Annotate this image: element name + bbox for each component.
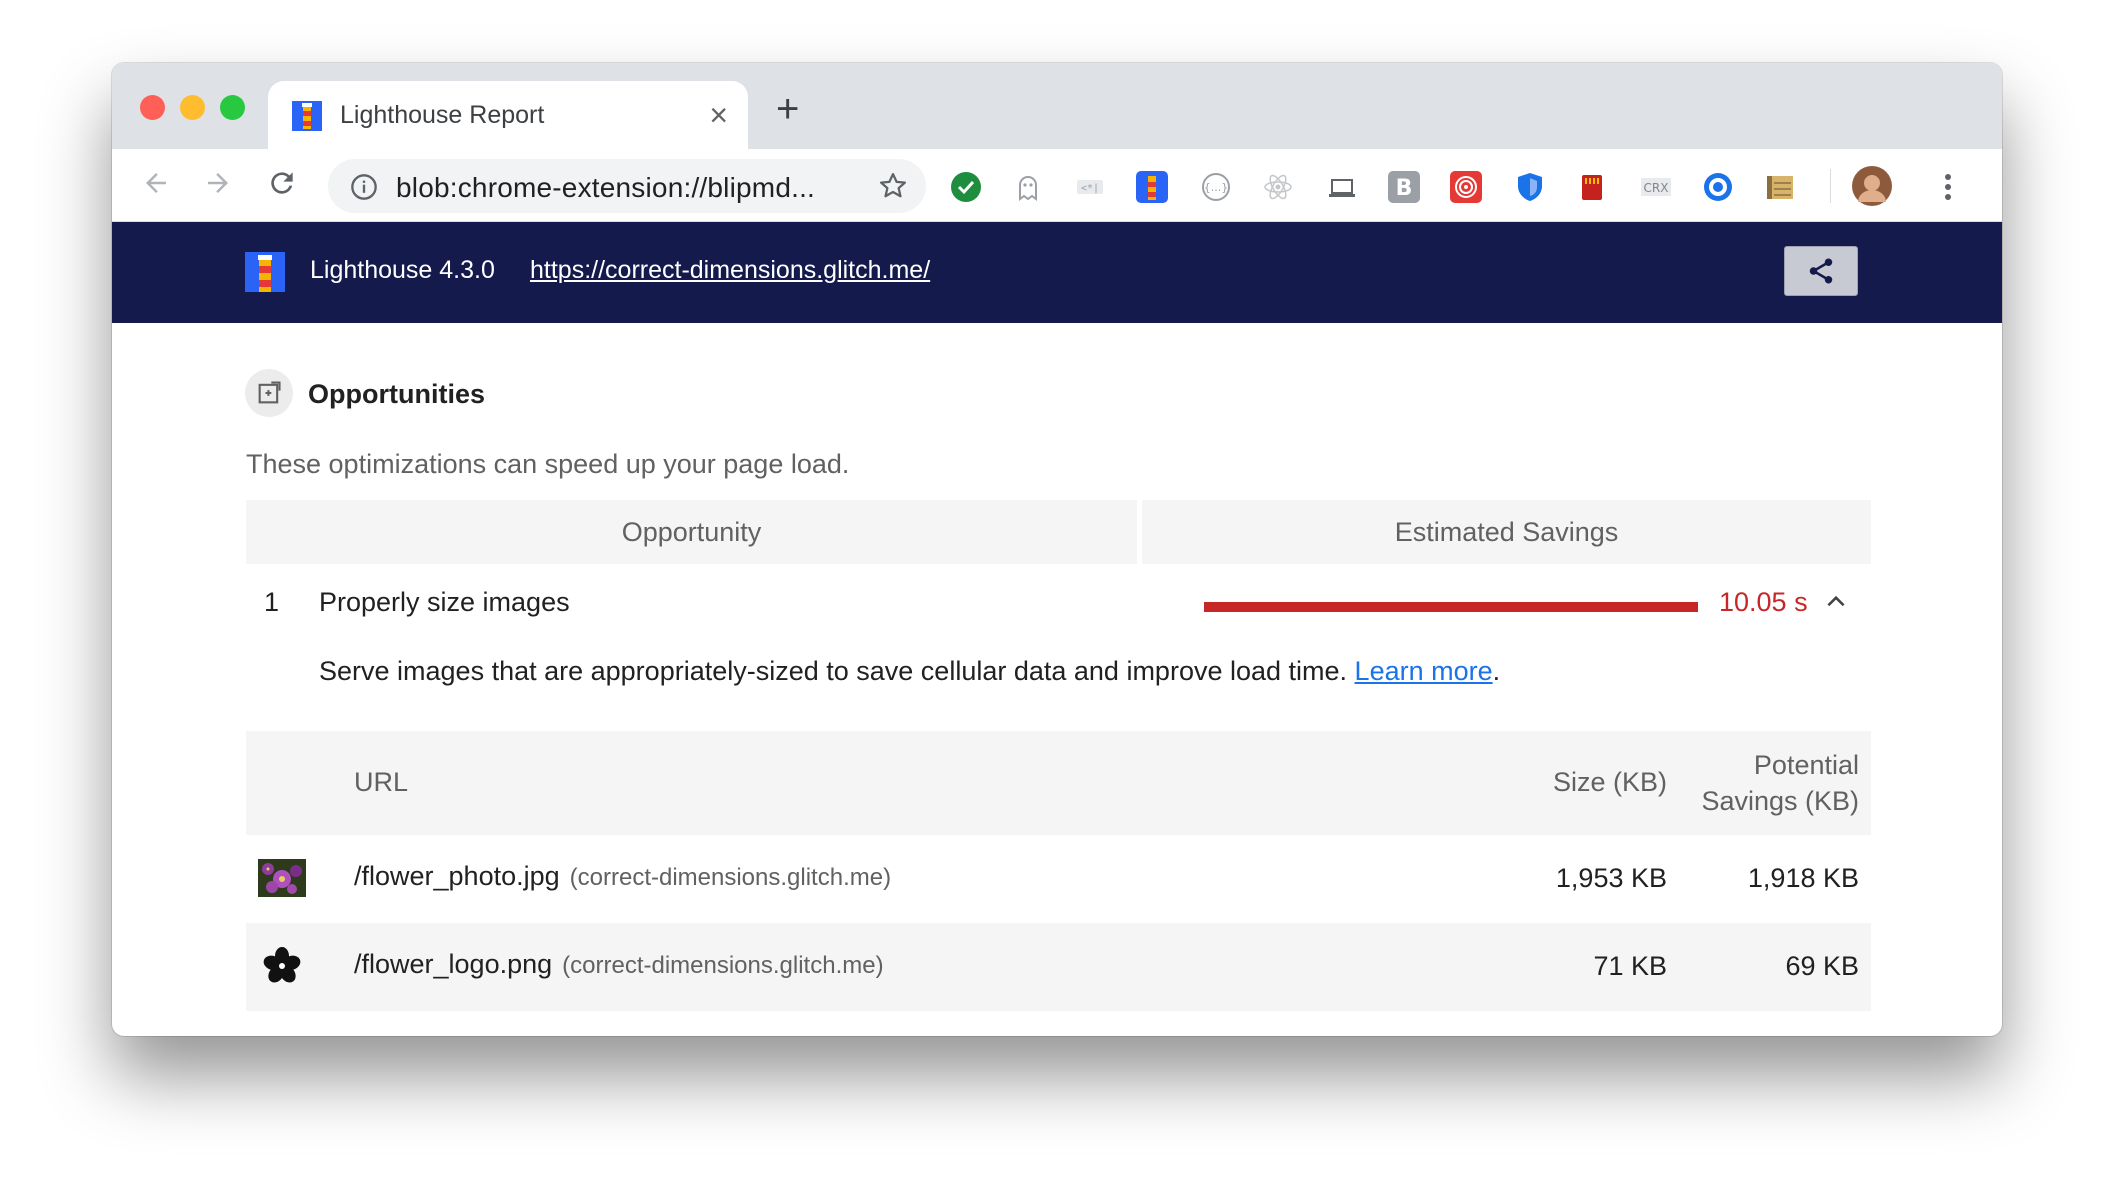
report-content: Opportunities These optimizations can sp…	[112, 323, 2002, 1036]
opportunities-icon	[245, 369, 293, 417]
table-row: /flower_photo.jpg (correct-dimensions.gli…	[246, 835, 1871, 923]
notepad-icon[interactable]	[1764, 171, 1796, 203]
arrow-left-icon	[146, 173, 166, 193]
file-host: (correct-dimensions.glitch.me)	[562, 952, 884, 979]
savings-bar	[1204, 602, 1698, 612]
laptop-icon[interactable]	[1326, 171, 1358, 203]
browser-window: Lighthouse Report × + blob:chrome-extens…	[112, 63, 2002, 1036]
sd-card-icon[interactable]	[1576, 171, 1608, 203]
file-path: /flower_logo.png	[354, 949, 553, 979]
braces-icon[interactable]: {...}	[1200, 171, 1232, 203]
file-size: 71 KB	[1593, 951, 1667, 981]
share-button[interactable]	[1784, 246, 1858, 296]
new-tab-button[interactable]: +	[776, 89, 799, 129]
file-path: /flower_photo.jpg	[354, 861, 560, 891]
file-url[interactable]: /flower_logo.png (correct-dimensions.glit…	[354, 949, 884, 980]
learn-more-link[interactable]: Learn more	[1355, 656, 1493, 686]
crx-icon[interactable]: CRX	[1640, 171, 1672, 203]
table-row: /flower_logo.png (correct-dimensions.glit…	[246, 923, 1871, 1011]
details-table-header: URL Size (KB) Potential Savings (KB)	[246, 731, 1871, 835]
star-icon[interactable]	[878, 171, 908, 201]
ghost-icon[interactable]	[1012, 171, 1044, 203]
file-host: (correct-dimensions.glitch.me)	[569, 864, 892, 891]
tested-url-link[interactable]: https://correct-dimensions.glitch.me/	[530, 256, 930, 285]
avatar[interactable]	[1852, 166, 1892, 206]
shield-icon[interactable]	[1514, 171, 1546, 203]
section-title: Opportunities	[308, 379, 485, 409]
back-button[interactable]	[132, 159, 180, 207]
reload-button[interactable]	[258, 159, 306, 207]
b-icon[interactable]: B	[1388, 171, 1420, 203]
audit-number: 1	[264, 587, 280, 617]
toolbar-divider	[1830, 169, 1831, 203]
svg-text:{...}: {...}	[1204, 181, 1229, 194]
target-icon[interactable]	[1450, 171, 1482, 203]
check-icon[interactable]	[950, 171, 982, 203]
potential-savings: 1,918 KB	[1747, 863, 1859, 893]
file-size: 1,953 KB	[1555, 863, 1667, 893]
estimated-savings-column-header: Estimated Savings	[1142, 500, 1871, 564]
potential-header-line-2: Savings (KB)	[1701, 786, 1859, 816]
react-icon[interactable]	[1262, 171, 1294, 203]
arrow-right-icon	[208, 173, 228, 193]
chevron-up-icon[interactable]	[1823, 589, 1849, 615]
lighthouse-icon[interactable]	[1136, 171, 1168, 203]
maximize-window-button[interactable]	[220, 95, 245, 120]
audit-description-text: Serve images that are appropriately-size…	[319, 656, 1355, 686]
lighthouse-logo-icon	[245, 252, 285, 292]
section-description: These optimizations can speed up your pa…	[246, 449, 850, 479]
code-icon[interactable]: <*|	[1074, 171, 1106, 203]
vpn-icon[interactable]	[1702, 171, 1734, 203]
tab-strip: Lighthouse Report × +	[112, 63, 2002, 149]
close-window-button[interactable]	[140, 95, 165, 120]
tab-title: Lighthouse Report	[340, 100, 545, 129]
potential-savings-column-header: Potential Savings (KB)	[1701, 747, 1859, 819]
browser-toolbar: blob:chrome-extension://blipmd... <*| {.…	[112, 149, 2002, 222]
opportunity-column-header: Opportunity	[246, 500, 1137, 564]
reload-icon	[271, 172, 293, 194]
address-bar[interactable]: blob:chrome-extension://blipmd...	[328, 159, 926, 213]
svg-text:<*|: <*|	[1081, 183, 1099, 194]
audit-description-period: .	[1492, 656, 1501, 686]
lighthouse-version: Lighthouse 4.3.0	[310, 256, 495, 284]
report-header: Lighthouse 4.3.0 https://correct-dimensi…	[112, 222, 2002, 323]
details-table: URL Size (KB) Potential Savings (KB) /fl…	[246, 731, 1871, 1011]
close-icon[interactable]: ×	[709, 99, 728, 131]
share-icon	[1809, 258, 1833, 284]
potential-header-line-1: Potential	[1753, 750, 1859, 780]
flower-logo-thumbnail	[263, 947, 301, 983]
savings-value: 10.05 s	[1719, 587, 1808, 617]
audit-title[interactable]: Properly size images	[319, 587, 570, 618]
svg-text:B: B	[1396, 176, 1413, 201]
audit-description: Serve images that are appropriately-size…	[319, 656, 1500, 687]
forward-button[interactable]	[194, 159, 242, 207]
opportunity-table-header: Opportunity Estimated Savings	[246, 500, 1871, 564]
file-url[interactable]: /flower_photo.jpg (correct-dimensions.gli…	[354, 861, 891, 892]
lighthouse-favicon-icon	[292, 101, 322, 131]
more-vert-icon[interactable]	[1942, 171, 1954, 203]
minimize-window-button[interactable]	[180, 95, 205, 120]
flower-photo-thumbnail	[258, 859, 306, 897]
size-column-header: Size (KB)	[1552, 767, 1667, 797]
url-column-header: URL	[354, 767, 409, 797]
svg-text:CRX: CRX	[1644, 181, 1669, 195]
tab-lighthouse-report[interactable]: Lighthouse Report ×	[268, 81, 748, 149]
info-icon	[351, 174, 377, 200]
url-text: blob:chrome-extension://blipmd...	[396, 172, 816, 203]
potential-savings: 69 KB	[1785, 951, 1859, 981]
